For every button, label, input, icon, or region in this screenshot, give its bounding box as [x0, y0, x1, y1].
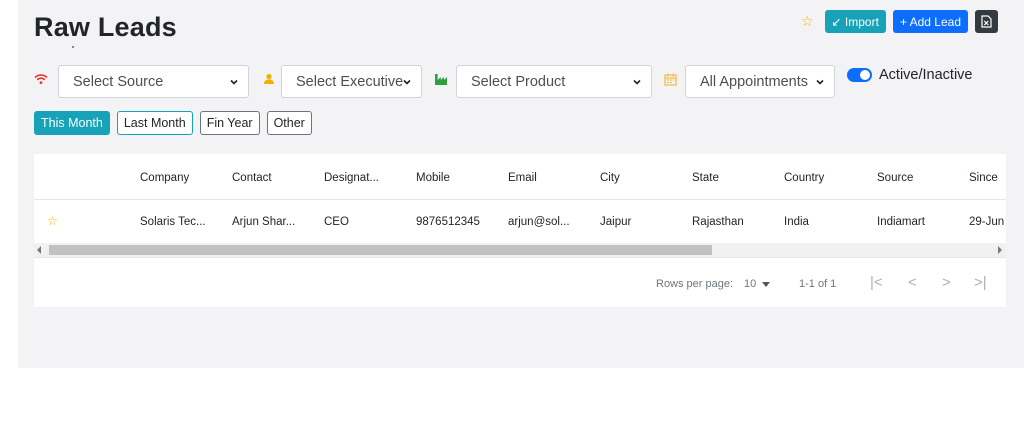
header-actions: ☆ ↙ Import + Add Lead — [801, 10, 998, 33]
first-page-button[interactable]: |< — [870, 274, 883, 291]
chevron-down-icon — [633, 79, 641, 85]
column-header-country[interactable]: Country — [784, 172, 824, 184]
active-inactive-label: Active/Inactive — [879, 67, 973, 83]
pagination: Rows per page: 10 1-1 of 1 |< < > >| — [34, 257, 1006, 307]
column-header-contact[interactable]: Contact — [232, 172, 272, 184]
cell-since: 29-Jun — [969, 216, 1005, 228]
appointments-select[interactable]: All Appointments — [685, 65, 835, 98]
executive-select[interactable]: Select Executive — [281, 65, 422, 98]
period-filter: This Month Last Month Fin Year Other — [34, 111, 312, 135]
executive-select-value: Select Executive — [296, 73, 404, 90]
column-header-source[interactable]: Source — [877, 172, 913, 184]
add-lead-button[interactable]: + Add Lead — [892, 10, 968, 33]
last-month-button[interactable]: Last Month — [116, 111, 193, 135]
product-select-value: Select Product — [471, 73, 566, 90]
rows-per-page-select[interactable]: 10 — [744, 278, 756, 290]
title-dot — [72, 46, 74, 48]
cell-contact: Arjun Shar... — [232, 216, 296, 228]
column-header-since[interactable]: Since — [969, 172, 998, 184]
star-icon[interactable]: ☆ — [47, 214, 58, 228]
source-select-value: Select Source — [73, 73, 164, 90]
source-select[interactable]: Select Source — [58, 65, 249, 98]
chevron-down-icon — [816, 79, 824, 85]
column-header-mobile[interactable]: Mobile — [416, 172, 450, 184]
cell-email: arjun@sol... — [508, 216, 570, 228]
table-row[interactable]: ☆ Solaris Tec... Arjun Shar... CEO 98765… — [34, 200, 1006, 243]
horizontal-scrollbar[interactable] — [34, 243, 1006, 257]
last-page-button[interactable]: >| — [974, 274, 987, 291]
other-period-button[interactable]: Other — [266, 111, 312, 135]
appointments-select-value: All Appointments — [700, 73, 809, 90]
fin-year-button[interactable]: Fin Year — [199, 111, 260, 135]
import-button[interactable]: ↙ Import — [824, 10, 886, 33]
cell-state: Rajasthan — [692, 216, 744, 228]
main-content: Raw Leads ☆ ↙ Import + Add Lead Select S… — [18, 0, 1024, 368]
active-inactive-toggle[interactable] — [847, 68, 872, 82]
scroll-right-arrow-icon[interactable] — [998, 246, 1002, 254]
chevron-down-icon — [403, 79, 411, 85]
calendar-icon — [664, 73, 677, 89]
scrollbar-thumb[interactable] — [49, 245, 712, 255]
column-header-state[interactable]: State — [692, 172, 719, 184]
leads-table: Company Contact Designat... Mobile Email… — [34, 154, 1006, 307]
previous-page-button[interactable]: < — [908, 274, 917, 291]
cell-designation: CEO — [324, 216, 349, 228]
user-icon — [263, 73, 275, 88]
column-header-designation[interactable]: Designat... — [324, 172, 379, 184]
caret-down-icon[interactable] — [762, 282, 770, 287]
next-page-button[interactable]: > — [942, 274, 951, 291]
wifi-icon — [34, 73, 48, 88]
this-month-button[interactable]: This Month — [34, 111, 110, 135]
chevron-down-icon — [230, 79, 238, 85]
table-header: Company Contact Designat... Mobile Email… — [34, 154, 1006, 200]
rows-per-page-label: Rows per page: — [656, 278, 734, 290]
page: Raw Leads ☆ ↙ Import + Add Lead Select S… — [0, 0, 1024, 422]
factory-icon — [434, 73, 448, 88]
star-icon[interactable]: ☆ — [801, 13, 814, 30]
excel-export-button[interactable] — [975, 10, 998, 33]
scroll-left-arrow-icon[interactable] — [37, 246, 41, 254]
cell-company: Solaris Tec... — [140, 216, 206, 228]
column-header-city[interactable]: City — [600, 172, 620, 184]
product-select[interactable]: Select Product — [456, 65, 652, 98]
cell-country: India — [784, 216, 809, 228]
column-header-company[interactable]: Company — [140, 172, 189, 184]
cell-mobile: 9876512345 — [416, 216, 480, 228]
page-title: Raw Leads — [34, 12, 177, 42]
cell-source: Indiamart — [877, 216, 925, 228]
cell-city: Jaipur — [600, 216, 632, 228]
page-range: 1-1 of 1 — [799, 278, 837, 290]
column-header-email[interactable]: Email — [508, 172, 537, 184]
excel-file-icon — [981, 15, 992, 28]
